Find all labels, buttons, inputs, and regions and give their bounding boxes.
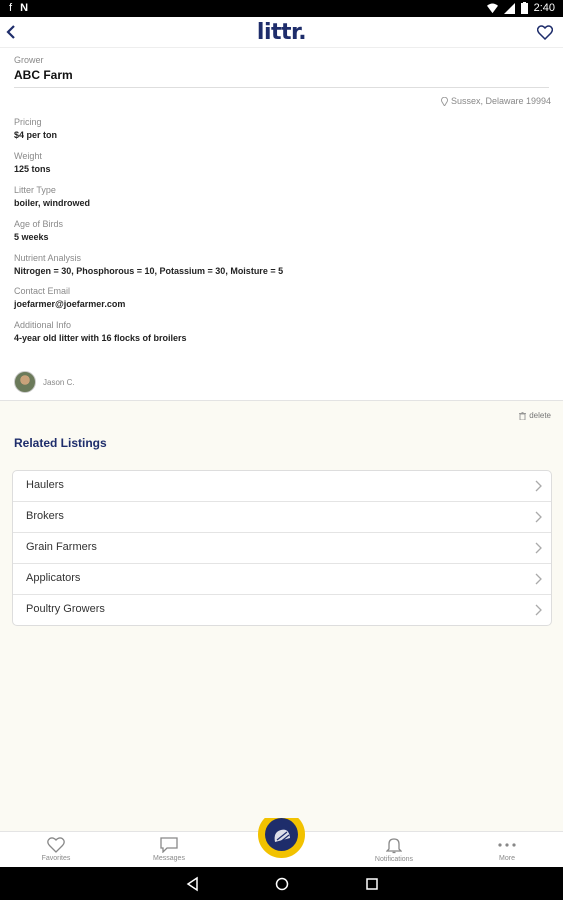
- field-label: Additional Info: [14, 320, 72, 330]
- chevron-right-icon: [535, 542, 542, 554]
- seller-profile[interactable]: Jason C.: [14, 371, 75, 393]
- heart-icon: [536, 25, 554, 41]
- grower-section: Grower ABC Farm: [14, 55, 549, 82]
- field-label: Nutrient Analysis: [14, 253, 82, 263]
- chat-bubble-icon: [160, 837, 178, 853]
- field-value: Nitrogen = 30, Phosphorous = 10, Potassi…: [14, 266, 284, 276]
- system-recents-icon[interactable]: [364, 876, 380, 892]
- field-litter-type: Litter Type boiler, windrowed: [14, 185, 549, 209]
- grower-name: ABC Farm: [14, 68, 73, 82]
- center-button-emblem: [265, 818, 298, 851]
- related-item-grain-farmers[interactable]: Grain Farmers: [13, 533, 551, 564]
- nav-label: Favorites: [41, 855, 71, 862]
- nav-label: Messages: [153, 855, 185, 862]
- nav-label: Notifications: [374, 856, 414, 863]
- chevron-right-icon: [535, 511, 542, 523]
- location: Sussex, Delaware 19994: [440, 96, 551, 106]
- delete-label: delete: [529, 411, 551, 420]
- field-pricing: Pricing $4 per ton: [14, 117, 549, 141]
- system-navigation-bar: [0, 867, 563, 900]
- related-listings-title: Related Listings: [14, 436, 107, 450]
- related-item-label: Grain Farmers: [26, 541, 97, 553]
- related-listings-list: Haulers Brokers Grain Farmers Applicator…: [12, 470, 552, 626]
- battery-icon: [520, 2, 528, 14]
- system-back-icon[interactable]: [185, 876, 201, 892]
- nav-label: More: [499, 855, 515, 862]
- center-button-ring: [258, 818, 305, 858]
- bell-icon: [386, 838, 402, 854]
- related-item-haulers[interactable]: Haulers: [13, 471, 551, 502]
- field-value: 5 weeks: [14, 232, 49, 242]
- chevron-right-icon: [535, 604, 542, 616]
- seller-name: Jason C.: [43, 377, 75, 387]
- related-item-applicators[interactable]: Applicators: [13, 564, 551, 595]
- favorite-button[interactable]: [536, 25, 554, 41]
- field-label: Age of Birds: [14, 219, 64, 229]
- field-age-of-birds: Age of Birds 5 weeks: [14, 219, 549, 243]
- app-bar: littr.: [0, 17, 563, 48]
- related-item-label: Applicators: [26, 572, 81, 584]
- trash-icon: [519, 411, 527, 420]
- field-label: Litter Type: [14, 185, 56, 195]
- location-text: Sussex, Delaware 19994: [450, 96, 551, 106]
- field-label: Weight: [14, 151, 42, 161]
- field-contact-email: Contact Email joefarmer@joefarmer.com: [14, 286, 549, 310]
- facebook-notification-icon: f: [9, 2, 13, 14]
- app-notification-icon: N: [20, 2, 29, 14]
- field-weight: Weight 125 tons: [14, 151, 549, 175]
- nav-favorites[interactable]: Favorites: [26, 834, 86, 862]
- center-action-button[interactable]: [258, 818, 305, 858]
- location-pin-icon: [440, 96, 448, 106]
- field-value: joefarmer@joefarmer.com: [14, 299, 126, 309]
- field-value: boiler, windrowed: [14, 198, 91, 208]
- grower-label: Grower: [14, 55, 44, 65]
- chevron-right-icon: [535, 573, 542, 585]
- nav-more[interactable]: More: [477, 834, 537, 862]
- field-value: 125 tons: [14, 164, 51, 174]
- field-label: Pricing: [14, 117, 42, 127]
- clock: 2:40: [533, 2, 555, 14]
- nav-messages[interactable]: Messages: [139, 834, 199, 862]
- signal-icon: [503, 2, 515, 14]
- avatar: [14, 371, 36, 393]
- status-bar: f N 2:40: [0, 0, 563, 17]
- related-item-label: Brokers: [26, 510, 64, 522]
- field-value: 4-year old litter with 16 flocks of broi…: [14, 333, 187, 343]
- related-item-brokers[interactable]: Brokers: [13, 502, 551, 533]
- field-additional-info: Additional Info 4-year old litter with 1…: [14, 320, 549, 344]
- field-label: Contact Email: [14, 286, 71, 296]
- field-value: $4 per ton: [14, 130, 58, 140]
- more-dots-icon: [498, 843, 516, 847]
- divider: [14, 87, 549, 88]
- chevron-right-icon: [535, 480, 542, 492]
- heart-icon: [47, 837, 65, 853]
- wifi-icon: [486, 2, 498, 13]
- app-logo: littr.: [256, 20, 307, 45]
- chicken-logo-icon: [274, 829, 290, 844]
- system-home-icon[interactable]: [274, 876, 290, 892]
- delete-button[interactable]: delete: [519, 411, 551, 420]
- nav-notifications[interactable]: Notifications: [364, 834, 424, 863]
- related-item-label: Haulers: [26, 479, 64, 491]
- related-item-label: Poultry Growers: [26, 603, 105, 615]
- field-nutrient-analysis: Nutrient Analysis Nitrogen = 30, Phospho…: [14, 253, 549, 277]
- related-item-poultry-growers[interactable]: Poultry Growers: [13, 595, 551, 626]
